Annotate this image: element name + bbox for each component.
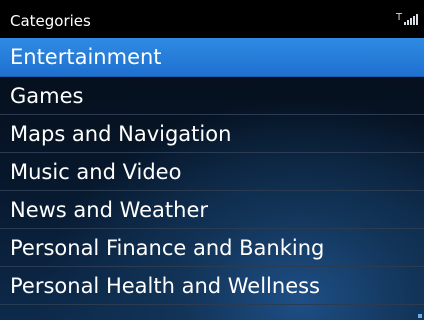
list-item-games[interactable]: Games bbox=[0, 77, 424, 115]
list-item-entertainment[interactable]: Entertainment bbox=[0, 38, 424, 77]
title-bar: Categories T bbox=[0, 0, 424, 38]
list-item-label: Maps and Navigation bbox=[10, 121, 232, 146]
list-item-music-and-video[interactable]: Music and Video bbox=[0, 153, 424, 191]
list-item-news-and-weather[interactable]: News and Weather bbox=[0, 191, 424, 229]
signal-strength-icon: T bbox=[396, 13, 420, 25]
list-item-label: News and Weather bbox=[10, 197, 209, 222]
list-item-personal-finance-and-banking[interactable]: Personal Finance and Banking bbox=[0, 229, 424, 267]
signal-bar bbox=[407, 20, 409, 25]
category-list: Entertainment Games Maps and Navigation … bbox=[0, 38, 424, 305]
signal-bar bbox=[410, 18, 412, 25]
antenna-icon: T bbox=[396, 12, 403, 23]
list-item-maps-and-navigation[interactable]: Maps and Navigation bbox=[0, 115, 424, 153]
list-item-label: Entertainment bbox=[10, 45, 162, 69]
list-item-label: Personal Finance and Banking bbox=[10, 235, 325, 260]
list-item-label: Personal Health and Wellness bbox=[10, 273, 320, 298]
list-item-label: Music and Video bbox=[10, 159, 182, 184]
list-item-personal-health-and-wellness[interactable]: Personal Health and Wellness bbox=[0, 267, 424, 305]
signal-bar bbox=[404, 22, 406, 25]
screen: Categories T Entertainment Games Maps an… bbox=[0, 0, 424, 320]
signal-bar bbox=[413, 16, 415, 25]
page-title: Categories bbox=[10, 12, 91, 30]
list-item-label: Games bbox=[10, 83, 84, 108]
scroll-indicator bbox=[418, 314, 422, 318]
signal-bar bbox=[416, 14, 418, 25]
